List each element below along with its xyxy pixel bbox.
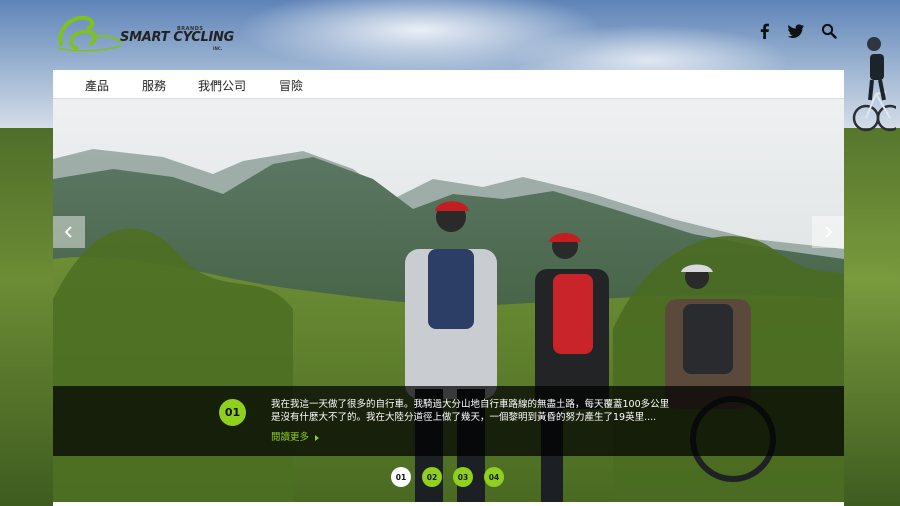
main-nav: 產品 服務 我們公司 冒險	[53, 70, 844, 99]
slider-dot-3[interactable]: 03	[453, 467, 473, 487]
read-more-link[interactable]: 閱讀更多	[271, 429, 320, 443]
hero-slider: 01 我在我這一天做了很多的自行車。我騎過大分山地自行車路線的無盡土路，每天覆蓋…	[53, 99, 844, 502]
facebook-icon[interactable]	[756, 22, 774, 40]
background-rider-image	[852, 37, 896, 132]
brand-suffix: INC.	[213, 46, 223, 51]
read-more-label: 閱讀更多	[271, 432, 310, 443]
chevron-right-icon	[825, 226, 833, 238]
brand-logo-mark	[56, 15, 122, 52]
slide-caption-line-2: 是沒有什麼大不了的。我在大陸分道徑上做了幾天，一個黎明到黃昏的努力產生了19英里…	[271, 412, 657, 423]
slide-caption-number: 01	[219, 399, 246, 426]
slider-dot-2[interactable]: 02	[422, 467, 442, 487]
slide-caption: 01 我在我這一天做了很多的自行車。我騎過大分山地自行車路線的無盡土路，每天覆蓋…	[53, 386, 844, 456]
slider-dot-1[interactable]: 01	[391, 467, 411, 487]
slider-dot-4[interactable]: 04	[484, 467, 504, 487]
caret-right-icon	[315, 434, 320, 441]
slide-caption-line-1: 我在我這一天做了很多的自行車。我騎過大分山地自行車路線的無盡土路，每天覆蓋100…	[271, 399, 670, 410]
background-foliage-right	[844, 128, 900, 506]
nav-item-products[interactable]: 產品	[85, 77, 109, 94]
brand-name: SMART CYCLING	[120, 30, 234, 45]
background-foliage-left	[0, 128, 53, 506]
twitter-icon[interactable]	[787, 22, 805, 40]
search-icon[interactable]	[820, 22, 838, 40]
slider-next-button[interactable]	[812, 216, 844, 248]
brand-logo[interactable]: BRANDS SMART CYCLING INC.	[55, 8, 234, 54]
nav-item-services[interactable]: 服務	[142, 77, 166, 94]
content-bottom-edge	[53, 502, 844, 506]
slide-caption-text: 我在我這一天做了很多的自行車。我騎過大分山地自行車路線的無盡土路，每天覆蓋100…	[271, 398, 691, 424]
nav-item-adventure[interactable]: 冒險	[279, 77, 303, 94]
chevron-left-icon	[64, 226, 72, 238]
slider-prev-button[interactable]	[53, 216, 85, 248]
nav-item-company[interactable]: 我們公司	[198, 77, 246, 94]
